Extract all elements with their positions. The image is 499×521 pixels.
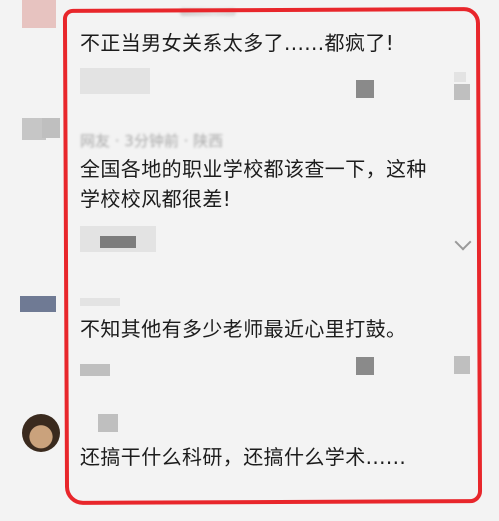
comment-screenshot: 不正当男女关系太多了......都疯了! 网友 · 3分钟前 · 陕西 全国各地… — [0, 0, 499, 521]
avatar-mosaic — [42, 118, 60, 138]
avatar[interactable] — [22, 414, 60, 452]
avatar[interactable] — [20, 296, 56, 312]
avatar[interactable] — [22, 0, 56, 28]
red-highlight-frame — [62, 7, 483, 505]
